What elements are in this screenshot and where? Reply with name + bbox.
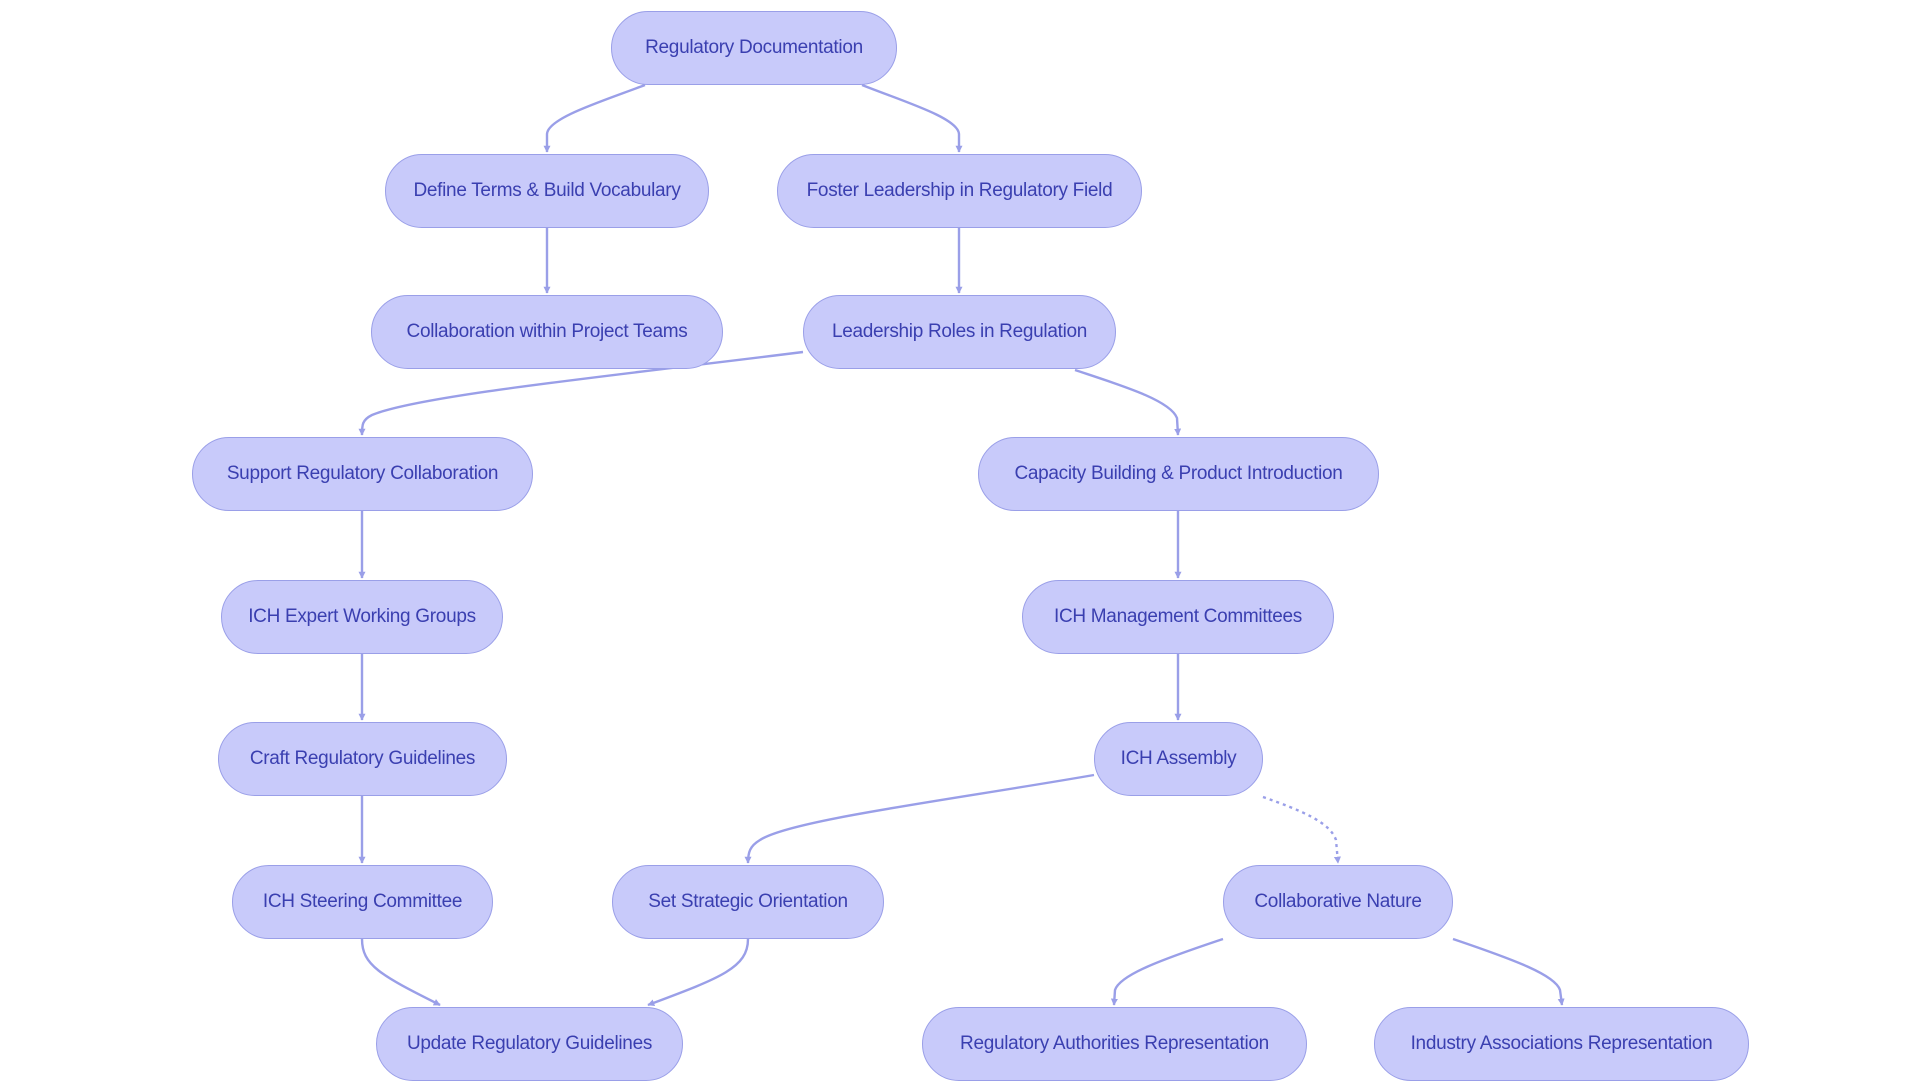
node-industry-associations-representation[interactable]: Industry Associations Representation xyxy=(1374,1007,1749,1081)
node-foster-leadership[interactable]: Foster Leadership in Regulatory Field xyxy=(777,154,1142,228)
node-label: ICH Assembly xyxy=(1120,748,1237,769)
edge-leadership-to-capacity xyxy=(1074,368,1182,436)
edge-root-to-define xyxy=(543,83,646,153)
node-regulatory-authorities-representation[interactable]: Regulatory Authorities Representation xyxy=(922,1007,1307,1081)
node-ich-management-committees[interactable]: ICH Management Committees xyxy=(1022,580,1334,654)
edge-nature-to-industry xyxy=(1452,937,1565,1006)
node-label: Collaborative Nature xyxy=(1254,891,1422,912)
edge-strategic-to-update xyxy=(647,938,750,1007)
node-craft-regulatory-guidelines[interactable]: Craft Regulatory Guidelines xyxy=(218,722,507,796)
node-label: Set Strategic Orientation xyxy=(648,891,848,912)
node-label: Define Terms & Build Vocabulary xyxy=(413,180,681,201)
edge-steering-to-update xyxy=(360,938,441,1007)
edge-nature-to-authorities xyxy=(1110,937,1224,1006)
node-set-strategic-orientation[interactable]: Set Strategic Orientation xyxy=(612,865,884,939)
node-ich-assembly[interactable]: ICH Assembly xyxy=(1094,722,1263,796)
node-support-regulatory-collaboration[interactable]: Support Regulatory Collaboration xyxy=(192,437,533,511)
node-label: Collaboration within Project Teams xyxy=(406,321,688,342)
node-regulatory-documentation[interactable]: Regulatory Documentation xyxy=(611,11,897,85)
node-capacity-building[interactable]: Capacity Building & Product Introduction xyxy=(978,437,1379,511)
node-label: ICH Management Committees xyxy=(1053,606,1303,627)
node-update-regulatory-guidelines[interactable]: Update Regulatory Guidelines xyxy=(376,1007,683,1081)
node-label: Support Regulatory Collaboration xyxy=(226,463,499,484)
node-collaborative-nature[interactable]: Collaborative Nature xyxy=(1223,865,1453,939)
node-collaboration-project-teams[interactable]: Collaboration within Project Teams xyxy=(371,295,723,369)
node-ich-steering-committee[interactable]: ICH Steering Committee xyxy=(232,865,493,939)
node-leadership-roles[interactable]: Leadership Roles in Regulation xyxy=(803,295,1116,369)
node-label: Craft Regulatory Guidelines xyxy=(249,748,476,769)
node-label: Regulatory Documentation xyxy=(645,37,863,58)
node-label: Industry Associations Representation xyxy=(1410,1033,1713,1054)
node-ich-expert-working-groups[interactable]: ICH Expert Working Groups xyxy=(221,580,503,654)
edge-assembly-to-strategic xyxy=(744,773,1095,864)
edge-assembly-to-nature xyxy=(1262,795,1341,864)
node-label: Foster Leadership in Regulatory Field xyxy=(806,180,1113,201)
node-label: Leadership Roles in Regulation xyxy=(831,321,1088,342)
node-label: ICH Expert Working Groups xyxy=(248,606,476,627)
node-label: Update Regulatory Guidelines xyxy=(406,1033,653,1054)
node-label: ICH Steering Committee xyxy=(262,891,463,912)
node-label: Regulatory Authorities Representation xyxy=(960,1033,1269,1054)
node-define-terms[interactable]: Define Terms & Build Vocabulary xyxy=(385,154,709,228)
node-label: Capacity Building & Product Introduction xyxy=(1014,463,1343,484)
edge-root-to-foster xyxy=(861,83,963,153)
